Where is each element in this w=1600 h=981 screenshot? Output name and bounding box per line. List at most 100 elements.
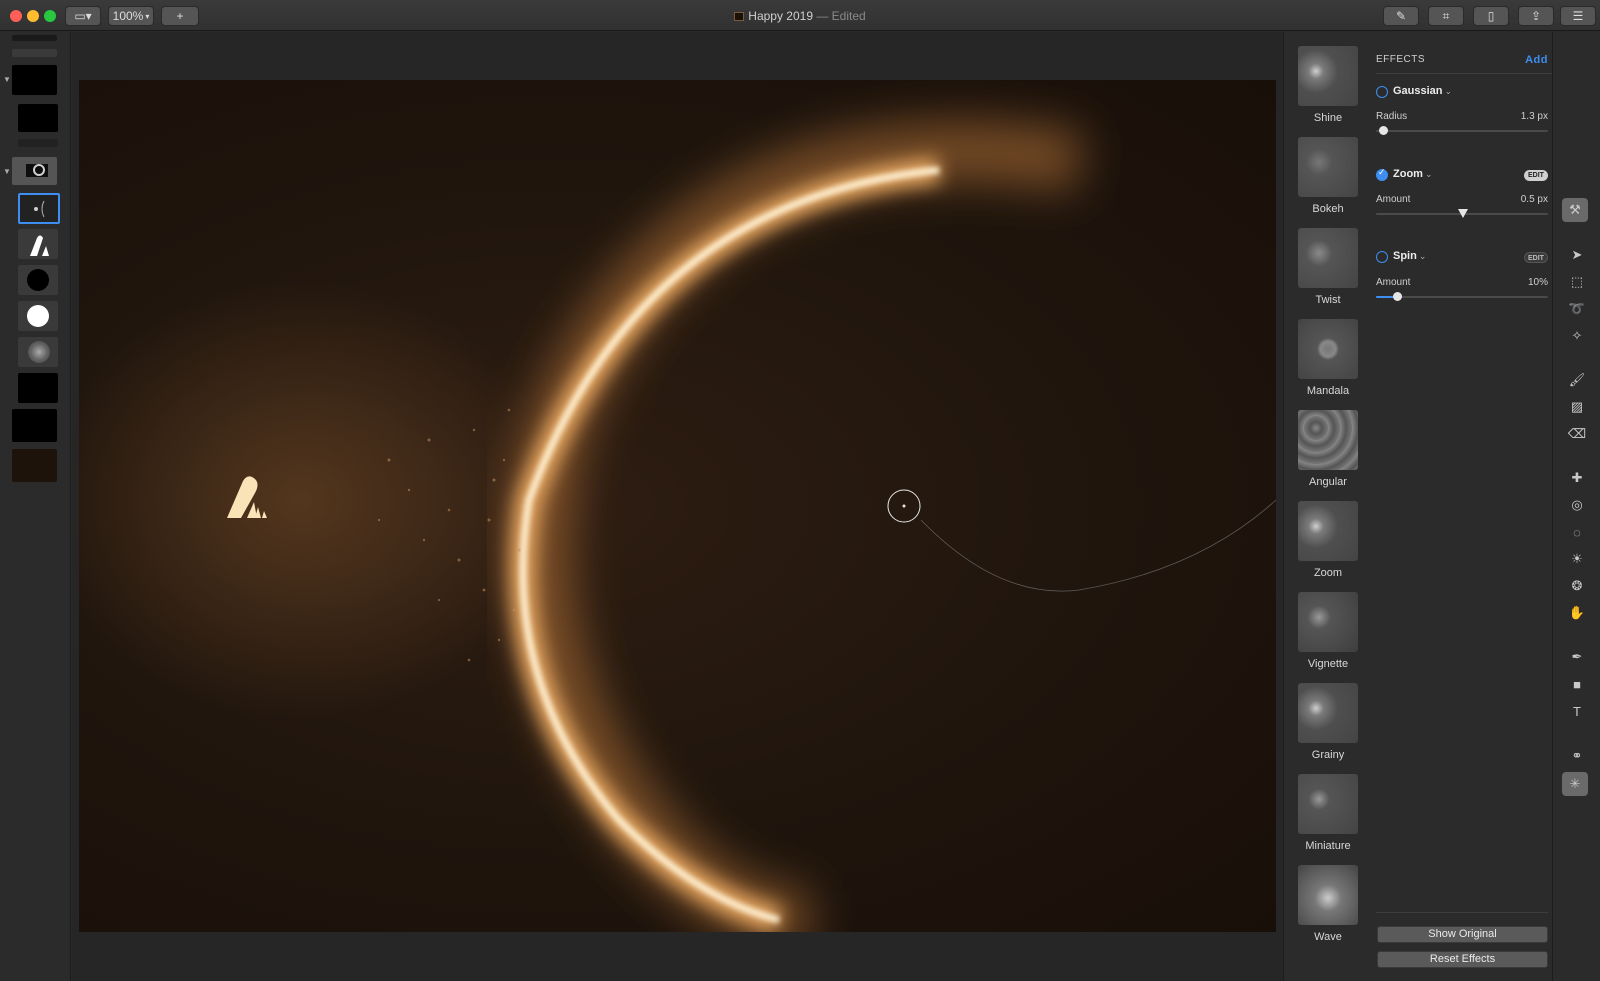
preset-angular-thumb xyxy=(1298,410,1358,470)
zoom-param-value[interactable]: 0.5 px xyxy=(1521,194,1548,205)
preset-grainy-label: Grainy xyxy=(1311,749,1345,761)
arrow-tool[interactable]: ➤ xyxy=(1566,244,1588,266)
eraser-tool[interactable]: ⌫ xyxy=(1566,423,1588,445)
gaussian-name-dropdown[interactable]: Gaussian ⌄ xyxy=(1393,85,1452,97)
gaussian-slider[interactable] xyxy=(1376,126,1548,135)
canvas[interactable] xyxy=(79,80,1276,932)
blur-tool[interactable]: ◌ xyxy=(1566,521,1588,543)
layer-thumb-6[interactable] xyxy=(12,409,57,442)
sponge-icon: ❂ xyxy=(1571,578,1583,593)
spin-edit-button[interactable]: EDIT xyxy=(1524,252,1548,263)
add-effect-button[interactable]: Add xyxy=(1525,54,1548,66)
sun-icon: ☀ xyxy=(1571,551,1583,566)
rounded-square-icon: ■ xyxy=(1573,676,1581,692)
preset-vignette-thumb xyxy=(1298,592,1358,652)
effect-presets-panel: Shine Bokeh Twist Mandala Angular Zoom V… xyxy=(1283,32,1372,981)
effects-header-label: EFFECTS xyxy=(1376,54,1426,65)
pen-tool[interactable]: ✒ xyxy=(1566,646,1588,668)
magic-select-tool[interactable]: ✧ xyxy=(1566,325,1588,347)
clone-tool[interactable]: ◎ xyxy=(1566,494,1588,516)
spin-slider[interactable] xyxy=(1376,292,1548,301)
preset-wave-label: Wave xyxy=(1314,931,1342,943)
preset-wave[interactable]: Wave xyxy=(1298,865,1358,943)
spin-slider-knob[interactable] xyxy=(1393,292,1402,301)
crop-button[interactable]: ⌗ xyxy=(1428,6,1464,26)
lasso-tool[interactable]: ➰ xyxy=(1566,298,1588,320)
gradient-icon: ▨ xyxy=(1570,399,1584,414)
gaussian-toggle[interactable] xyxy=(1376,86,1388,98)
effects-tool[interactable]: ✳ xyxy=(1562,772,1588,796)
preset-vignette[interactable]: Vignette xyxy=(1298,592,1358,670)
spin-toggle[interactable] xyxy=(1376,251,1388,263)
lasso-icon: ➰ xyxy=(1568,301,1586,316)
spin-param-value[interactable]: 10% xyxy=(1528,277,1548,288)
preset-angular[interactable]: Angular xyxy=(1298,410,1358,488)
document-name: Happy 2019 xyxy=(748,9,813,23)
sponge-tool[interactable]: ❂ xyxy=(1566,575,1588,597)
layer-thumb-background[interactable] xyxy=(12,449,57,482)
panel-divider xyxy=(1376,912,1548,913)
title-bar: ▭▾ 100% ▾ + Happy 2019 — Edited ✎ ⌗ ▯ ⇪ ☰ xyxy=(0,0,1600,31)
preset-twist-thumb xyxy=(1298,228,1358,288)
rect-select-tool[interactable]: ⬚ xyxy=(1566,271,1588,293)
effects-tool-top[interactable]: ⚒ xyxy=(1562,198,1588,222)
gradient-tool[interactable]: ▨ xyxy=(1566,396,1588,418)
show-original-button[interactable]: Show Original xyxy=(1377,926,1548,943)
gaussian-param-value[interactable]: 1.3 px xyxy=(1521,111,1548,122)
magic-select-icon: ✧ xyxy=(1571,328,1583,343)
preset-wave-thumb xyxy=(1298,865,1358,925)
gaussian-slider-knob[interactable] xyxy=(1379,126,1388,135)
preset-zoom[interactable]: Zoom xyxy=(1298,501,1358,579)
layers-sidebar: ▼ ▼ xyxy=(0,32,71,981)
brush-tool-button[interactable]: ✎ xyxy=(1383,6,1419,26)
share-button[interactable]: ⇪ xyxy=(1518,6,1554,26)
arrow-icon: ➤ xyxy=(1571,247,1583,262)
spin-param-label: Amount xyxy=(1376,277,1411,288)
preset-vignette-label: Vignette xyxy=(1307,658,1349,670)
text-icon: T xyxy=(1573,703,1581,719)
page-icon: ▯ xyxy=(1487,9,1495,23)
eraser-icon: ⌫ xyxy=(1567,426,1587,441)
zoom-name-dropdown[interactable]: Zoom ⌄ xyxy=(1393,168,1433,180)
zoom-toggle[interactable]: ✓ xyxy=(1376,167,1388,181)
layer-thumb-glow xyxy=(28,341,50,363)
paint-brush-tool[interactable]: 🖌 xyxy=(1566,369,1588,391)
artwork xyxy=(79,122,1276,932)
effects-header: EFFECTS Add xyxy=(1376,54,1552,74)
preset-twist[interactable]: Twist xyxy=(1298,228,1358,306)
preset-miniature[interactable]: Miniature xyxy=(1298,774,1358,852)
crescent-core xyxy=(519,166,940,924)
reset-effects-button[interactable]: Reset Effects xyxy=(1377,951,1548,968)
preset-miniature-thumb xyxy=(1298,774,1358,834)
document-button[interactable]: ▯ xyxy=(1473,6,1509,26)
preset-mandala[interactable]: Mandala xyxy=(1298,319,1358,397)
zoom-slider-marker-icon[interactable] xyxy=(1458,209,1468,218)
crescent-glow xyxy=(510,157,941,932)
zoom-slider[interactable] xyxy=(1376,209,1548,218)
preset-bokeh[interactable]: Bokeh xyxy=(1298,137,1358,215)
preset-bokeh-thumb xyxy=(1298,137,1358,197)
blur-icon: ◌ xyxy=(1573,524,1581,540)
rect-select-icon: ⬚ xyxy=(1570,274,1584,289)
preset-grainy[interactable]: Grainy xyxy=(1298,683,1358,761)
preset-miniature-label: Miniature xyxy=(1305,840,1351,852)
layer-thumb-5[interactable] xyxy=(18,373,58,403)
adjust-button[interactable]: ☰ xyxy=(1560,6,1596,26)
preset-twist-label: Twist xyxy=(1315,294,1341,306)
preset-zoom-label: Zoom xyxy=(1313,567,1343,579)
heal-tool[interactable]: ✚ xyxy=(1566,467,1588,489)
zoom-edit-button[interactable]: EDIT xyxy=(1524,170,1548,181)
zoom-param-label: Amount xyxy=(1376,194,1411,205)
color-circles-icon: ⚭ xyxy=(1571,748,1583,763)
bandage-icon: ✚ xyxy=(1571,470,1583,485)
text-tool[interactable]: T xyxy=(1566,700,1588,722)
smudge-tool[interactable]: ✋ xyxy=(1566,602,1588,624)
preset-shine[interactable]: Shine xyxy=(1298,46,1358,124)
gaussian-param-label: Radius xyxy=(1376,111,1408,122)
shape-tool[interactable]: ■ xyxy=(1566,673,1588,695)
lighten-tool[interactable]: ☀ xyxy=(1566,548,1588,570)
spin-name-dropdown[interactable]: Spin ⌄ xyxy=(1393,250,1426,262)
preset-shine-thumb xyxy=(1298,46,1358,106)
color-adjust-tool[interactable]: ⚭ xyxy=(1566,745,1588,767)
preset-bokeh-label: Bokeh xyxy=(1312,203,1344,215)
